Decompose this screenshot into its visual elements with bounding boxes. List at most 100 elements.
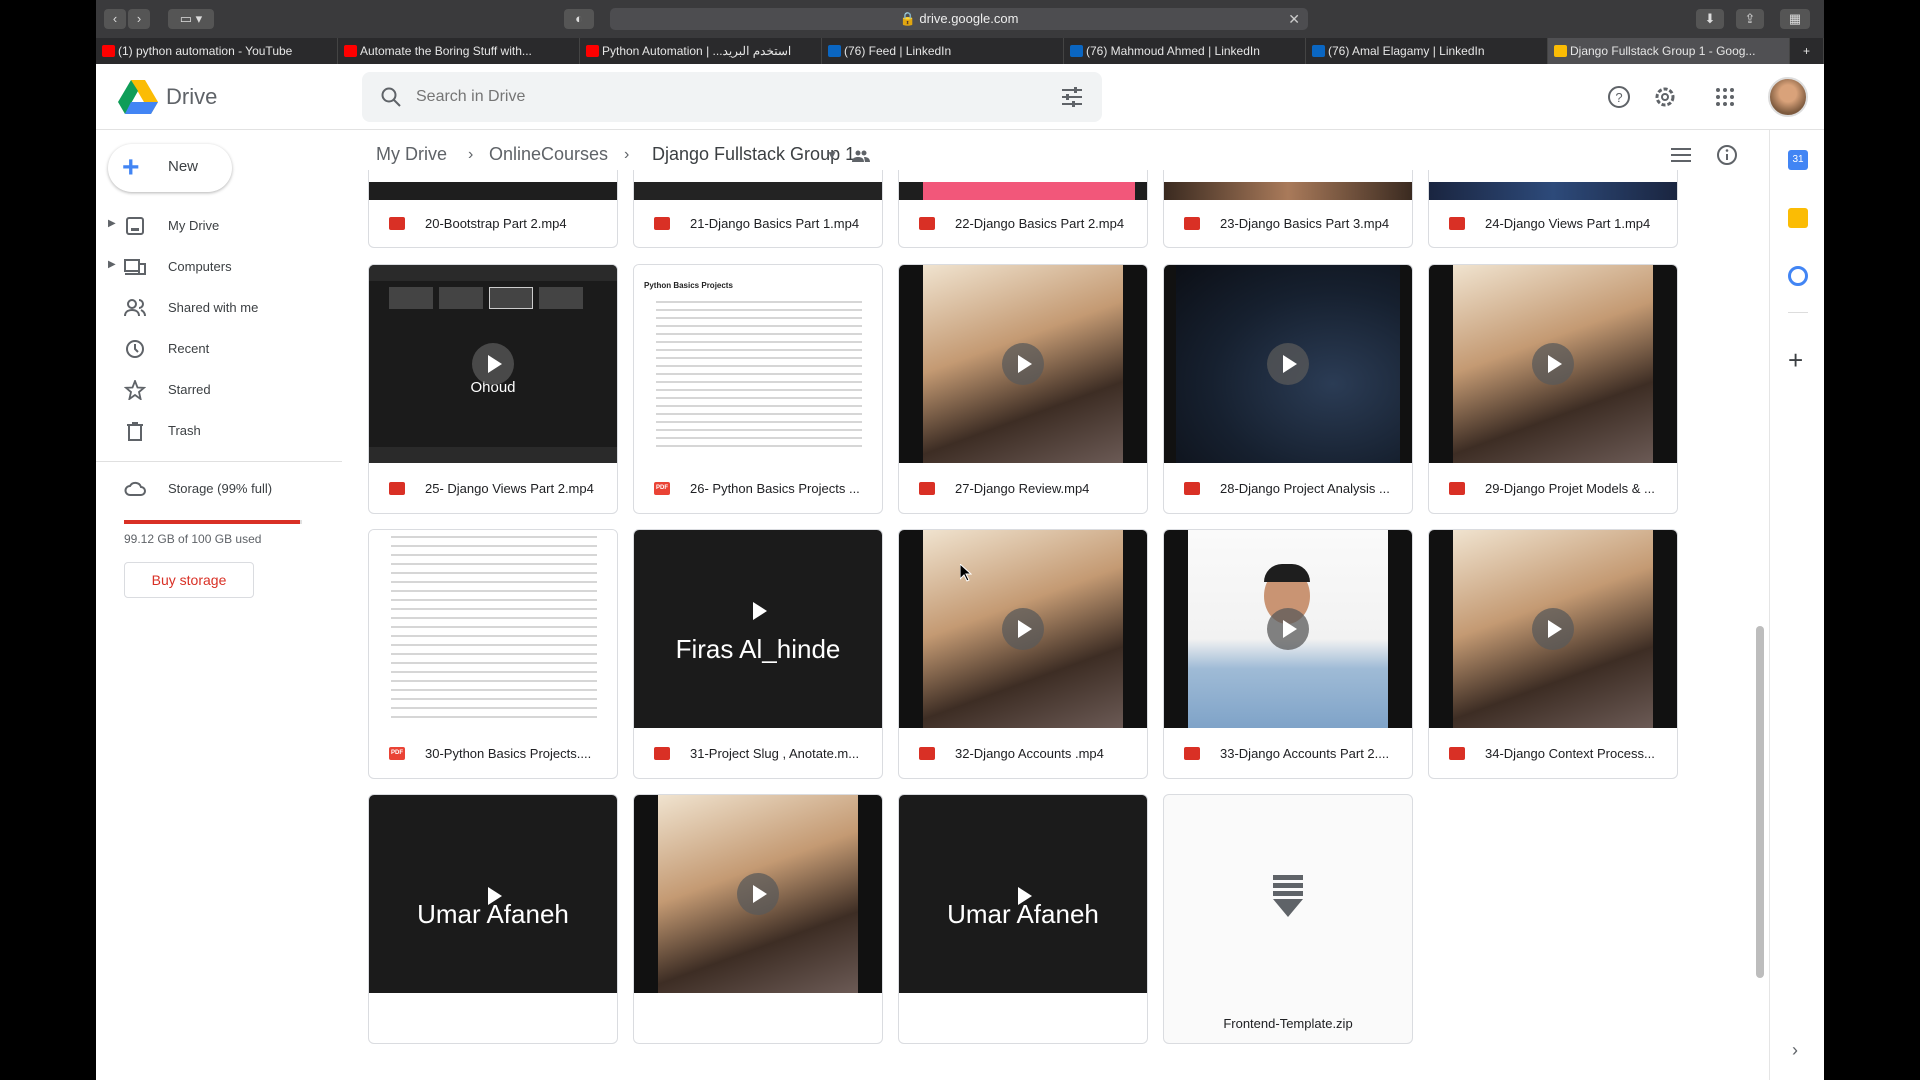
search-options-icon[interactable]: [1060, 86, 1084, 108]
play-icon[interactable]: [1267, 608, 1309, 650]
search-input[interactable]: [416, 86, 1016, 108]
file-card[interactable]: [633, 794, 883, 1044]
file-thumbnail: [1429, 265, 1677, 463]
share-icon[interactable]: ⇪: [1736, 9, 1764, 29]
file-card[interactable]: 27-Django Review.mp4: [898, 264, 1148, 514]
search-icon[interactable]: [380, 86, 402, 108]
file-card[interactable]: Python Basics Projects PDF 26- Python Ba…: [633, 264, 883, 514]
svg-text:?: ?: [1615, 90, 1622, 105]
tab-6[interactable]: Django Fullstack Group 1 - Goog...: [1548, 38, 1790, 64]
file-card[interactable]: 32-Django Accounts .mp4: [898, 529, 1148, 779]
breadcrumb-my-drive[interactable]: My Drive: [376, 144, 447, 165]
sidebar-item-label: Shared with me: [168, 300, 259, 315]
sidebar-item-label: Starred: [168, 382, 211, 397]
file-card[interactable]: 20-Bootstrap Part 2.mp4: [368, 170, 618, 248]
calendar-icon[interactable]: 31: [1788, 150, 1808, 170]
file-thumbnail: [899, 530, 1147, 728]
breadcrumb-online-courses[interactable]: OnlineCourses: [489, 144, 608, 165]
play-icon[interactable]: [1532, 343, 1574, 385]
forward-icon[interactable]: ›: [128, 9, 150, 29]
play-icon[interactable]: [1002, 875, 1044, 917]
file-card[interactable]: Umar Afaneh: [368, 794, 618, 1044]
file-card[interactable]: 23-Django Basics Part 3.mp4: [1163, 170, 1413, 248]
drive-logo-icon[interactable]: [118, 80, 158, 114]
app-name[interactable]: Drive: [166, 84, 217, 110]
storage-used-text: 99.12 GB of 100 GB used: [124, 532, 262, 546]
sidebar-item-label: Computers: [168, 259, 232, 274]
sidebar-item-storage[interactable]: Storage (99% full): [96, 469, 352, 509]
expand-arrow-icon[interactable]: ▶: [108, 218, 116, 229]
file-card[interactable]: 24-Django Views Part 1.mp4: [1428, 170, 1678, 248]
file-card[interactable]: 33-Django Accounts Part 2....: [1163, 529, 1413, 779]
tab-3[interactable]: (76) Feed | LinkedIn: [822, 38, 1064, 64]
info-icon[interactable]: [1716, 144, 1738, 166]
video-file-icon: [919, 217, 935, 230]
apps-grid-icon[interactable]: [1712, 84, 1738, 110]
file-card[interactable]: Umar Afaneh: [898, 794, 1148, 1044]
breadcrumb-current-folder[interactable]: Django Fullstack Group 1: [652, 144, 855, 165]
file-name: 27-Django Review.mp4: [955, 481, 1090, 496]
file-thumbnail: [369, 182, 617, 200]
new-button[interactable]: + New: [108, 144, 232, 192]
chevron-right-icon[interactable]: ›: [1792, 1040, 1798, 1061]
expand-arrow-icon[interactable]: ▶: [108, 259, 116, 270]
avatar[interactable]: [1768, 77, 1808, 117]
sidebar-item-starred[interactable]: Starred: [96, 370, 352, 410]
video-file-icon: [1184, 747, 1200, 760]
sidebar-toggle-icon[interactable]: ▭ ▾: [168, 9, 214, 29]
shield-icon[interactable]: ◐: [564, 9, 594, 29]
sidebar-item-trash[interactable]: Trash: [96, 411, 352, 451]
tab-4[interactable]: (76) Mahmoud Ahmed | LinkedIn: [1064, 38, 1306, 64]
video-file-icon: [1184, 482, 1200, 495]
keep-icon[interactable]: [1788, 208, 1808, 228]
linkedin-icon: [1312, 45, 1325, 57]
download-icon[interactable]: ⬇: [1696, 9, 1724, 29]
file-card[interactable]: Ohoud 25- Django Views Part 2.mp4: [368, 264, 618, 514]
buy-storage-button[interactable]: Buy storage: [124, 562, 254, 598]
file-card[interactable]: 34-Django Context Process...: [1428, 529, 1678, 779]
play-icon[interactable]: [1002, 608, 1044, 650]
new-tab-icon[interactable]: +: [1790, 38, 1824, 64]
star-icon: [124, 380, 146, 400]
play-icon[interactable]: [737, 873, 779, 915]
scrollbar[interactable]: [1756, 626, 1764, 978]
chevron-down-icon[interactable]: ▼: [826, 148, 838, 162]
file-card[interactable]: PDF 30-Python Basics Projects....: [368, 529, 618, 779]
sidebar-item-my-drive[interactable]: ▶ My Drive: [96, 206, 352, 246]
back-icon[interactable]: ‹: [104, 9, 126, 29]
play-icon[interactable]: [1267, 343, 1309, 385]
file-card[interactable]: 29-Django Projet Models & ...: [1428, 264, 1678, 514]
file-card[interactable]: 28-Django Project Analysis ...: [1163, 264, 1413, 514]
play-icon[interactable]: [472, 343, 514, 385]
side-panel: 31 + ›: [1769, 130, 1824, 1080]
file-card[interactable]: 22-Django Basics Part 2.mp4: [898, 170, 1148, 248]
file-card[interactable]: 21-Django Basics Part 1.mp4: [633, 170, 883, 248]
add-addon-icon[interactable]: +: [1788, 347, 1803, 373]
file-thumbnail: Ohoud: [369, 265, 617, 463]
sidebar-item-computers[interactable]: ▶ Computers: [96, 247, 352, 287]
list-view-icon[interactable]: [1670, 146, 1692, 164]
address-bar[interactable]: 🔒 drive.google.com ✕: [610, 8, 1308, 30]
tabs-overview-icon[interactable]: ▦: [1780, 9, 1810, 29]
tab-1[interactable]: Automate the Boring Stuff with...: [338, 38, 580, 64]
tasks-icon[interactable]: [1788, 266, 1808, 286]
computers-icon: [124, 259, 146, 275]
search-bar[interactable]: [362, 72, 1102, 122]
tab-0[interactable]: (1) python automation - YouTube: [96, 38, 338, 64]
thumbnail-caption: Firas Al_hinde: [675, 634, 841, 664]
file-card[interactable]: Firas Al_hinde 31-Project Slug , Anotate…: [633, 529, 883, 779]
settings-gear-icon[interactable]: [1652, 84, 1678, 110]
file-name: 30-Python Basics Projects....: [425, 746, 592, 761]
close-icon[interactable]: ✕: [1288, 8, 1300, 30]
play-icon[interactable]: [737, 590, 779, 632]
sidebar-item-shared[interactable]: Shared with me: [96, 288, 352, 328]
file-card[interactable]: Frontend-Template.zip: [1163, 794, 1413, 1044]
play-icon[interactable]: [1532, 608, 1574, 650]
sidebar-item-recent[interactable]: Recent: [96, 329, 352, 369]
help-icon[interactable]: ?: [1606, 84, 1632, 110]
play-icon[interactable]: [1002, 343, 1044, 385]
play-icon[interactable]: [472, 875, 514, 917]
file-name: 24-Django Views Part 1.mp4: [1485, 216, 1651, 231]
tab-2[interactable]: Python Automation | ...استخدم البريد: [580, 38, 822, 64]
tab-5[interactable]: (76) Amal Elagamy | LinkedIn: [1306, 38, 1548, 64]
